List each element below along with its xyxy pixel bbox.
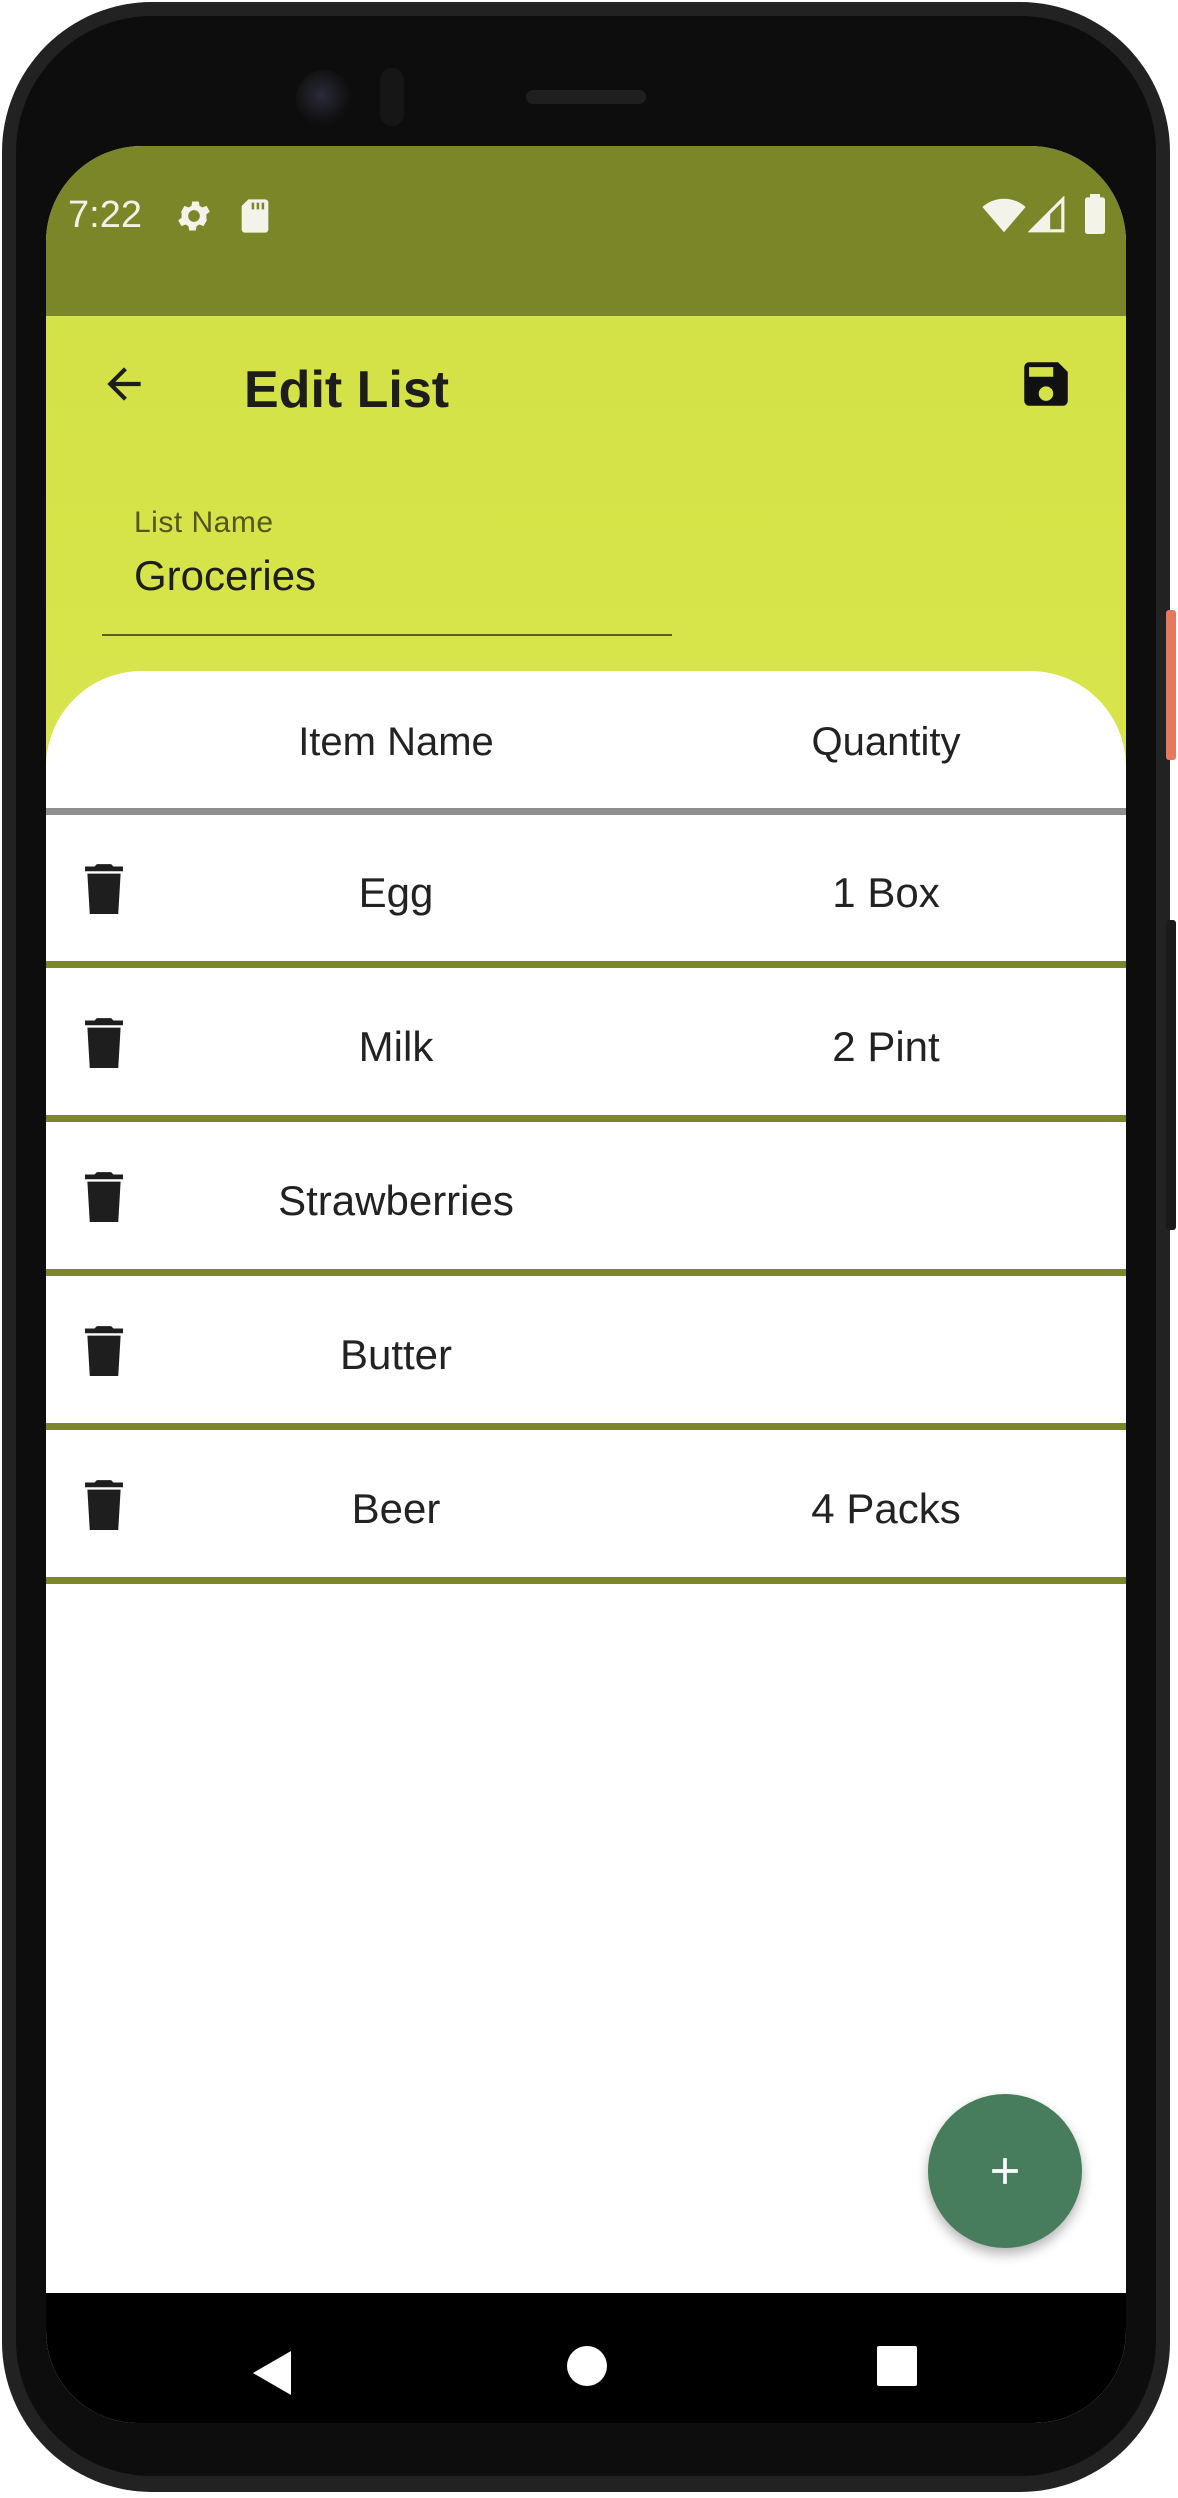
screen: 7:22 Edit List List Name Item Name Quant… [46, 146, 1126, 2423]
table-row[interactable]: Butter [46, 1277, 1126, 1431]
row-divider [46, 1115, 1126, 1122]
page-title: Edit List [244, 361, 450, 419]
item-name: Milk [358, 1023, 434, 1070]
status-time: 7:22 [68, 194, 142, 236]
table-row[interactable]: Strawberries [46, 1123, 1126, 1277]
power-button [1166, 610, 1176, 760]
trash-icon [85, 1018, 123, 1068]
item-quantity: 1 Box [832, 869, 940, 916]
item-name: Butter [339, 1331, 453, 1378]
row-divider [46, 1577, 1126, 1584]
front-camera [296, 70, 352, 126]
table-row[interactable]: Egg 1 Box [46, 815, 1126, 969]
item-name: Beer [351, 1485, 441, 1532]
row-divider [46, 1423, 1126, 1430]
trash-icon [85, 1172, 123, 1222]
floppy-disk-icon [1024, 362, 1068, 406]
delete-item-button[interactable] [74, 1321, 134, 1381]
gear-icon [174, 196, 214, 241]
item-name: Egg [358, 869, 434, 916]
trash-icon [85, 1480, 123, 1530]
arrow-back-icon [107, 367, 141, 401]
item-quantity: 4 Packs [811, 1485, 961, 1532]
delete-item-button[interactable] [74, 1013, 134, 1073]
sd-card-icon [238, 196, 272, 241]
back-button[interactable] [90, 350, 158, 418]
nav-back-icon[interactable] [251, 2349, 293, 2402]
volume-button [1166, 920, 1176, 1230]
earpiece-speaker [526, 90, 646, 104]
proximity-sensor [380, 68, 404, 126]
row-divider [46, 961, 1126, 968]
plus-icon [992, 2158, 1018, 2184]
trash-icon [85, 864, 123, 914]
item-name: Strawberries [278, 1177, 514, 1224]
nav-home-icon[interactable] [566, 2345, 608, 2392]
list-name-label: List Name [134, 506, 274, 539]
column-header-item-name: Item Name [298, 720, 494, 764]
header-divider [46, 808, 1126, 815]
table-row[interactable]: Milk 2 Pint [46, 969, 1126, 1123]
table-row[interactable]: Beer 4 Packs [46, 1431, 1126, 1585]
battery-icon [1084, 194, 1106, 239]
column-header-quantity: Quantity [811, 720, 961, 764]
item-quantity: 2 Pint [832, 1023, 940, 1070]
wifi-icon [982, 198, 1026, 239]
delete-item-button[interactable] [74, 1475, 134, 1535]
signal-icon [1027, 195, 1066, 239]
list-name-input[interactable] [134, 546, 614, 606]
list-name-underline [102, 634, 672, 636]
delete-item-button[interactable] [74, 1167, 134, 1227]
delete-item-button[interactable] [74, 859, 134, 919]
row-divider [46, 1269, 1126, 1276]
save-button[interactable] [1012, 350, 1080, 418]
add-item-button[interactable] [928, 2094, 1082, 2248]
nav-recents-icon[interactable] [876, 2345, 918, 2392]
trash-icon [85, 1326, 123, 1376]
